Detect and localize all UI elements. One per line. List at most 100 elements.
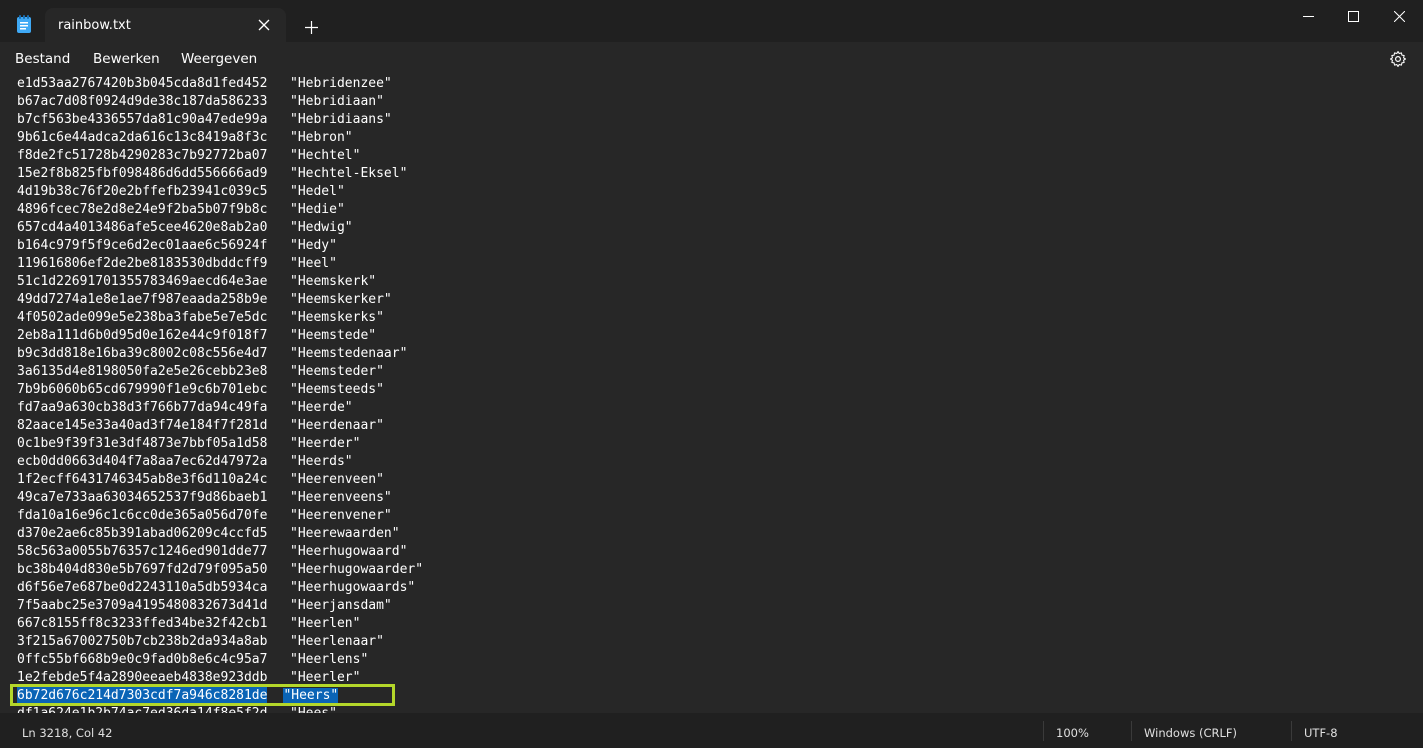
line-hash: fda10a16e96c1c6cc0de365a056d70fe <box>17 508 268 523</box>
text-line[interactable]: d6f56e7e687be0d2243110a5db5934ca "Heerhug… <box>17 579 423 597</box>
line-hash: 49dd7274a1e8e1ae7f987eaada258b9e <box>17 292 268 307</box>
line-word: "Heerlenaar" <box>290 634 384 649</box>
text-line[interactable]: 667c8155ff8c3233ffed34be32f42cb1 "Heerlen… <box>17 615 423 633</box>
text-line[interactable]: bc38b404d830e5b7697fd2d79f095a50 "Heerhug… <box>17 561 423 579</box>
text-line[interactable]: f8de2fc51728b4290283c7b92772ba07 "Hechtel… <box>17 147 423 165</box>
minimize-icon[interactable] <box>1285 0 1331 32</box>
text-line[interactable]: 51c1d22691701355783469aecd64e3ae "Heemske… <box>17 273 423 291</box>
text-line-selected[interactable]: 6b72d676c214d7303cdf7a946c8281de "Heers" <box>17 687 423 705</box>
line-word: "Heerenvener" <box>290 508 392 523</box>
line-word: "Heerler" <box>290 670 361 685</box>
text-line[interactable]: 0c1be9f39f31e3df4873e7bbf05a1d58 "Heerder… <box>17 435 423 453</box>
text-lines: e1d53aa2767420b3b045cda8d1fed452 "Hebride… <box>17 75 423 713</box>
tab-title: rainbow.txt <box>58 18 131 33</box>
line-word: "Heemstede" <box>290 328 377 343</box>
text-editor[interactable]: e1d53aa2767420b3b045cda8d1fed452 "Hebride… <box>0 75 1423 713</box>
text-line[interactable]: 2eb8a111d6b0d95d0e162e44c9f018f7 "Heemste… <box>17 327 423 345</box>
status-bar: Ln 3218, Col 42 100% Windows (CRLF) UTF-… <box>0 713 1423 748</box>
line-word: "Hebridenzee" <box>290 76 392 91</box>
line-word: "Hebridiaan" <box>290 94 384 109</box>
menu-view[interactable]: Weergeven <box>181 51 257 67</box>
line-hash: 3a6135d4e8198050fa2e5e26cebb23e8 <box>17 364 268 379</box>
text-line[interactable]: 1f2ecff6431746345ab8e3f6d110a24c "Heerenv… <box>17 471 423 489</box>
text-line[interactable]: 1e2febde5f4a2890eeaeb4838e923ddb "Heerler… <box>17 669 423 687</box>
text-line[interactable]: 7f5aabc25e3709a4195480832673d41d "Heerjan… <box>17 597 423 615</box>
line-hash: df1a624e1b2b74ac7ed36da14f8e5f2d <box>17 705 290 713</box>
text-line[interactable]: 4d19b38c76f20e2bffefb23941c039c5 "Hedel" <box>17 183 423 201</box>
text-line[interactable]: 4896fcec78e2d8e24e9f2ba5b07f9b8c "Hedie" <box>17 201 423 219</box>
line-hash: 2eb8a111d6b0d95d0e162e44c9f018f7 <box>17 328 268 343</box>
line-hash: 9b61c6e44adca2da616c13c8419a8f3c <box>17 130 268 145</box>
encoding: UTF-8 <box>1304 726 1338 740</box>
text-line[interactable]: 4f0502ade099e5e238ba3fabe5e7e5dc "Heemske… <box>17 309 423 327</box>
close-window-icon[interactable] <box>1376 0 1422 32</box>
line-hash: 4896fcec78e2d8e24e9f2ba5b07f9b8c <box>17 202 268 217</box>
text-line[interactable]: 49ca7e733aa63034652537f9d86baeb1 "Heerenv… <box>17 489 423 507</box>
text-line[interactable]: 119616806ef2de2be8183530dbddcff9 "Heel" <box>17 255 423 273</box>
line-hash: 7b9b6060b65cd679990f1e9c6b701ebc <box>17 382 268 397</box>
maximize-icon[interactable] <box>1330 0 1376 32</box>
text-line[interactable]: 49dd7274a1e8e1ae7f987eaada258b9e "Heemske… <box>17 291 423 309</box>
line-hash: 657cd4a4013486afe5cee4620e8ab2a0 <box>17 220 268 235</box>
line-hash: 58c563a0055b76357c1246ed901dde77 <box>17 544 268 559</box>
line-word: "Heerde" <box>290 400 353 415</box>
line-word: "Heerewaarden" <box>290 526 400 541</box>
text-line[interactable]: 82aace145e33a40ad3f74e184f7f281d "Heerden… <box>17 417 423 435</box>
line-hash: 0c1be9f39f31e3df4873e7bbf05a1d58 <box>17 436 268 451</box>
line-hash: b7cf563be4336557da81c90a47ede99a <box>17 112 268 127</box>
text-line[interactable]: df1a624e1b2b74ac7ed36da14f8e5f2d"Hees" <box>17 705 423 713</box>
line-word: "Heel" <box>290 256 337 271</box>
line-hash: 0ffc55bf668b9e0c9fad0b8e6c4c95a7 <box>17 652 268 667</box>
notepad-icon <box>17 15 31 33</box>
text-line[interactable]: 15e2f8b825fbf098486d6dd556666ad9 "Hechtel… <box>17 165 423 183</box>
status-separator <box>1131 721 1132 741</box>
line-word: "Heerlens" <box>290 652 369 667</box>
line-word: "Heemstedenaar" <box>290 346 408 361</box>
text-line[interactable]: ecb0dd0663d404f7a8aa7ec62d47972a "Heerds" <box>17 453 423 471</box>
text-line[interactable]: b164c979f5f9ce6d2ec01aae6c56924f "Hedy" <box>17 237 423 255</box>
line-hash: ecb0dd0663d404f7a8aa7ec62d47972a <box>17 454 268 469</box>
line-word: "Heerdenaar" <box>290 418 384 433</box>
line-hash: d6f56e7e687be0d2243110a5db5934ca <box>17 580 268 595</box>
line-word: "Heers" <box>283 688 339 703</box>
text-line[interactable]: d370e2ae6c85b391abad06209c4ccfd5 "Heerewa… <box>17 525 423 543</box>
line-hash: 6b72d676c214d7303cdf7a946c8281de <box>17 687 268 705</box>
settings-gear-icon[interactable] <box>1389 50 1407 68</box>
text-line[interactable]: 657cd4a4013486afe5cee4620e8ab2a0 "Hedwig" <box>17 219 423 237</box>
line-word: "Heemskerk" <box>290 274 377 289</box>
menu-file[interactable]: Bestand <box>15 51 70 67</box>
text-line[interactable]: 3f215a67002750b7cb238b2da934a8ab "Heerlen… <box>17 633 423 651</box>
text-line[interactable]: 0ffc55bf668b9e0c9fad0b8e6c4c95a7 "Heerlen… <box>17 651 423 669</box>
line-hash: d370e2ae6c85b391abad06209c4ccfd5 <box>17 526 268 541</box>
line-word: "Heerder" <box>290 436 361 451</box>
line-word: "Hebron" <box>290 130 353 145</box>
text-line[interactable]: 3a6135d4e8198050fa2e5e26cebb23e8 "Heemste… <box>17 363 423 381</box>
text-line[interactable]: e1d53aa2767420b3b045cda8d1fed452 "Hebride… <box>17 75 423 93</box>
line-hash: 7f5aabc25e3709a4195480832673d41d <box>17 598 268 613</box>
line-hash: b164c979f5f9ce6d2ec01aae6c56924f <box>17 238 268 253</box>
line-word: "Heerlen" <box>290 616 361 631</box>
text-line[interactable]: b7cf563be4336557da81c90a47ede99a "Hebridi… <box>17 111 423 129</box>
text-line[interactable]: b9c3dd818e16ba39c8002c08c556e4d7 "Heemste… <box>17 345 423 363</box>
new-tab-plus-icon[interactable] <box>300 16 322 38</box>
line-hash: 1e2febde5f4a2890eeaeb4838e923ddb <box>17 670 268 685</box>
notepad-window: rainbow.txt Bestand Bewerken Weergeven e… <box>0 0 1423 748</box>
line-hash: 82aace145e33a40ad3f74e184f7f281d <box>17 418 268 433</box>
text-line[interactable]: fd7aa9a630cb38d3f766b77da94c49fa "Heerde" <box>17 399 423 417</box>
line-hash: 4d19b38c76f20e2bffefb23941c039c5 <box>17 184 268 199</box>
menu-bar: Bestand Bewerken Weergeven <box>0 42 1423 75</box>
line-hash: 667c8155ff8c3233ffed34be32f42cb1 <box>17 616 268 631</box>
line-hash: b9c3dd818e16ba39c8002c08c556e4d7 <box>17 346 268 361</box>
text-line[interactable]: 58c563a0055b76357c1246ed901dde77 "Heerhug… <box>17 543 423 561</box>
title-bar[interactable]: rainbow.txt <box>0 0 1423 42</box>
text-line[interactable]: fda10a16e96c1c6cc0de365a056d70fe "Heerenv… <box>17 507 423 525</box>
line-hash: 1f2ecff6431746345ab8e3f6d110a24c <box>17 472 268 487</box>
menu-edit[interactable]: Bewerken <box>93 51 160 67</box>
text-line[interactable]: 9b61c6e44adca2da616c13c8419a8f3c "Hebron" <box>17 129 423 147</box>
line-word: "Heerds" <box>290 454 353 469</box>
line-word: "Heemskerker" <box>290 292 392 307</box>
tab-close-icon[interactable] <box>255 16 273 34</box>
text-line[interactable]: 7b9b6060b65cd679990f1e9c6b701ebc "Heemste… <box>17 381 423 399</box>
tab-rainbow-txt[interactable]: rainbow.txt <box>45 8 286 42</box>
text-line[interactable]: b67ac7d08f0924d9de38c187da586233 "Hebridi… <box>17 93 423 111</box>
